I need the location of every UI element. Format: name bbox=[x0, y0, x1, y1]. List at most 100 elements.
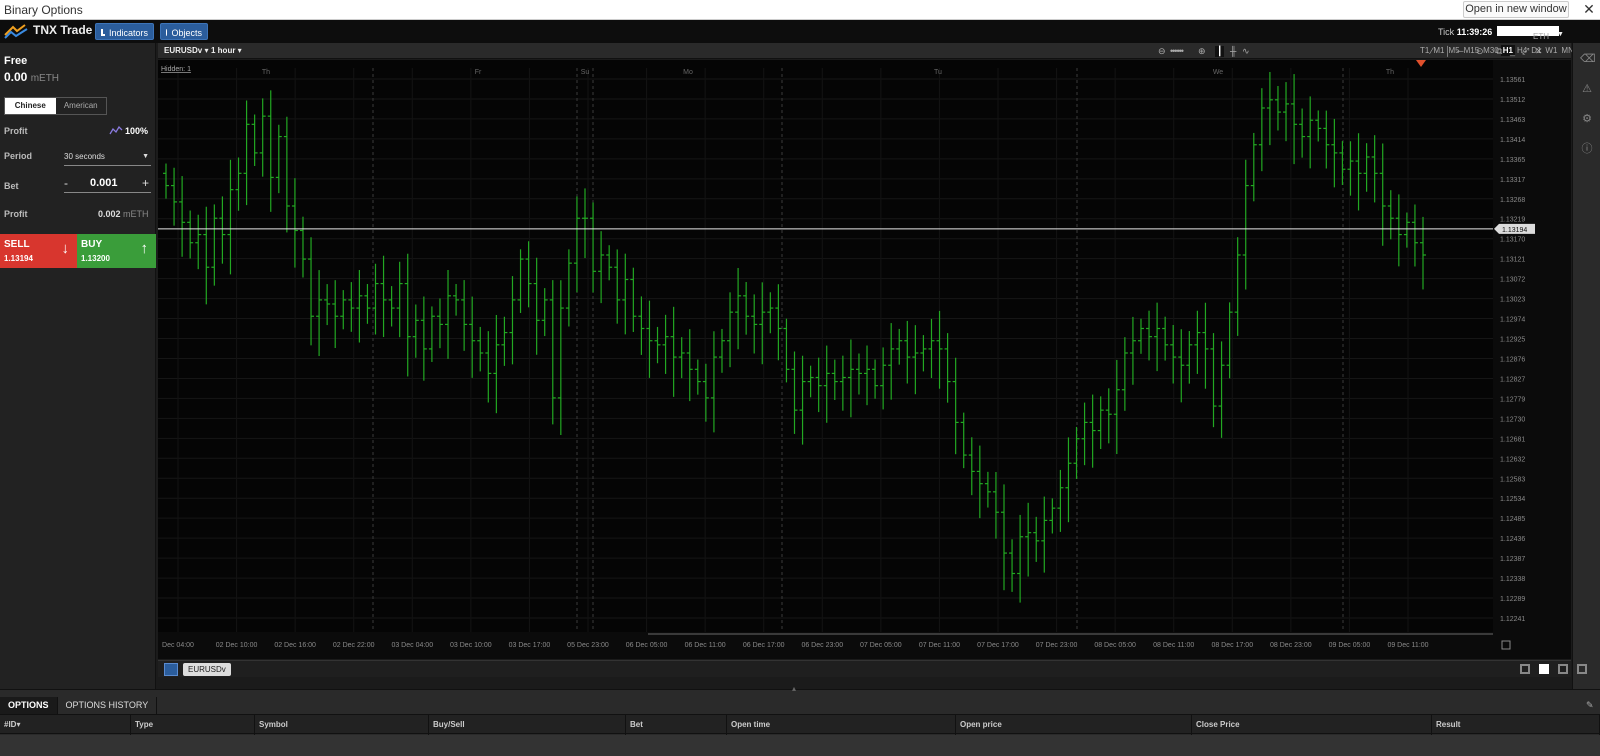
symbol-selector[interactable]: EURUSDv ▾ bbox=[164, 46, 208, 55]
ohlc-bar bbox=[839, 355, 846, 411]
chart-tabs-bar: EURUSDv bbox=[158, 660, 1587, 677]
ohlc-bar bbox=[759, 282, 766, 365]
col-type[interactable]: Type bbox=[131, 715, 255, 735]
chart-window-icon[interactable] bbox=[164, 663, 178, 676]
x-tick-label: 06 Dec 05:00 bbox=[626, 642, 668, 649]
free-balance: 0.00 mETH bbox=[4, 70, 59, 84]
bet-decrement-button[interactable]: - bbox=[64, 176, 68, 190]
candle-type-icon[interactable]: ╫ bbox=[1230, 46, 1236, 56]
layout-rows-icon[interactable] bbox=[1577, 664, 1587, 674]
zoom-out-icon[interactable]: ⊖ bbox=[1158, 46, 1166, 57]
col-symbol[interactable]: Symbol bbox=[255, 715, 429, 735]
ohlc-bar bbox=[1395, 194, 1402, 267]
chevron-down-icon: ▼ bbox=[1557, 31, 1564, 38]
mode-american-tab[interactable]: American bbox=[56, 98, 107, 114]
close-chart-icon[interactable]: ✕ bbox=[1535, 46, 1543, 57]
options-table-header: #ID▾ Type Symbol Buy/Sell Bet Open time … bbox=[0, 714, 1600, 735]
profit-label: Profit bbox=[4, 126, 28, 136]
warning-icon[interactable]: ⚠ bbox=[1580, 82, 1594, 96]
minimize-icon[interactable]: _ bbox=[1510, 46, 1515, 56]
tab-options-history[interactable]: OPTIONS HISTORY bbox=[58, 697, 158, 714]
ohlc-bar bbox=[1105, 388, 1112, 444]
ohlc-bar bbox=[1009, 539, 1016, 592]
objects-button[interactable]: Objects bbox=[160, 23, 208, 40]
ohlc-bar bbox=[1089, 394, 1096, 468]
ohlc-bar bbox=[1274, 86, 1281, 131]
maximize-icon[interactable]: ⤢ bbox=[1522, 46, 1529, 57]
col-buy-sell[interactable]: Buy/Sell bbox=[429, 715, 626, 735]
bet-input[interactable]: 0.001 bbox=[90, 177, 118, 189]
ohlc-bar bbox=[864, 345, 871, 406]
ohlc-bar bbox=[791, 351, 798, 434]
price-chart[interactable]: 1.13561 1.13512 1.13463 1.13414 1.13365 1.133… bbox=[158, 60, 1571, 659]
period-select[interactable]: 30 seconds ▼ bbox=[64, 152, 151, 166]
tf-w1[interactable]: W1 bbox=[1543, 45, 1559, 56]
close-icon[interactable]: ✕ bbox=[1580, 0, 1598, 19]
x-tick-label: 09 Dec 05:00 bbox=[1329, 642, 1371, 649]
col-open-time[interactable]: Open time bbox=[727, 715, 956, 735]
ohlc-bar bbox=[509, 276, 516, 365]
arrow-up-icon: ↑ bbox=[140, 240, 149, 257]
ohlc-bar bbox=[1049, 498, 1056, 534]
col-bet[interactable]: Bet bbox=[626, 715, 727, 735]
ohlc-bar bbox=[1387, 190, 1394, 240]
info-icon[interactable]: ⓘ bbox=[1580, 142, 1594, 156]
layout-grid-icon[interactable] bbox=[1539, 664, 1549, 674]
ohlc-bar bbox=[267, 90, 274, 212]
y-tick-label: 1.13365 bbox=[1500, 157, 1525, 164]
ohlc-bar bbox=[678, 337, 685, 379]
account-selector[interactable]: ETH ▼ bbox=[1497, 24, 1567, 41]
layout-single-icon[interactable] bbox=[1520, 664, 1530, 674]
col-open-price[interactable]: Open price bbox=[956, 715, 1192, 735]
bet-stepper: - 0.001 + bbox=[64, 176, 151, 193]
ohlc-bar bbox=[541, 288, 548, 337]
ohlc-bar bbox=[316, 270, 323, 357]
tf-t1[interactable]: T1 bbox=[1418, 45, 1431, 56]
bet-increment-button[interactable]: + bbox=[142, 176, 149, 190]
ohlc-bar bbox=[888, 323, 895, 400]
mode-chinese-tab[interactable]: Chinese bbox=[5, 98, 56, 114]
target-icon[interactable]: ⊙ bbox=[1476, 46, 1484, 57]
open-new-window-button[interactable]: Open in new window bbox=[1463, 1, 1569, 18]
profit-amount-unit: mETH bbox=[123, 209, 149, 219]
ohlc-bar bbox=[710, 331, 717, 433]
vertical-line-icon[interactable]: │ bbox=[1445, 46, 1451, 56]
free-value: 0.00 bbox=[4, 70, 28, 84]
x-tick-label: 07 Dec 23:00 bbox=[1036, 642, 1078, 649]
chart-tab-eurusdv[interactable]: EURUSDv bbox=[183, 663, 231, 676]
period-selector[interactable]: 1 hour ▾ bbox=[211, 46, 242, 55]
logo-icon bbox=[4, 24, 28, 39]
resize-handle[interactable]: ▴ bbox=[792, 684, 796, 693]
x-tick-label: 03 Dec 17:00 bbox=[509, 642, 551, 649]
eraser-icon[interactable]: ⌫ bbox=[1580, 52, 1596, 66]
chart-toolbar: EURUSDv ▾ 1 hour ▾ ⊖ •••••• ⊕ ┃ ╫ ∿ T1 M… bbox=[158, 43, 1578, 59]
indicators-button[interactable]: Indicators bbox=[95, 23, 154, 40]
buy-button[interactable]: BUY 1.13200 ↑ bbox=[77, 234, 156, 268]
x-tick-label: 08 Dec 05:00 bbox=[1094, 642, 1136, 649]
horizontal-line-icon[interactable]: ─ bbox=[1457, 46, 1463, 56]
tab-options[interactable]: OPTIONS bbox=[0, 697, 58, 714]
y-tick-label: 1.13268 bbox=[1500, 197, 1525, 204]
zoom-in-icon[interactable]: ⊕ bbox=[1198, 46, 1206, 57]
edit-icon[interactable]: ✎ bbox=[1586, 700, 1594, 711]
col-close-price[interactable]: Close Price bbox=[1192, 715, 1432, 735]
trendline-icon[interactable]: ⁄ bbox=[1431, 46, 1433, 56]
col-id[interactable]: #ID▾ bbox=[0, 715, 131, 735]
col-result[interactable]: Result bbox=[1432, 715, 1600, 735]
ohlc-bar bbox=[1266, 71, 1273, 146]
sell-button[interactable]: SELL 1.13194 ↓ bbox=[0, 234, 77, 268]
x-tick-label: 09 Dec 11:00 bbox=[1387, 642, 1428, 649]
gear-icon[interactable]: ⚙ bbox=[1580, 112, 1594, 126]
ohlc-bar bbox=[388, 286, 395, 327]
layout-columns-icon[interactable] bbox=[1558, 664, 1568, 674]
ohlc-bar bbox=[855, 353, 862, 395]
line-type-icon[interactable]: ∿ bbox=[1242, 46, 1250, 57]
ohlc-bar bbox=[920, 335, 927, 372]
ohlc-bar bbox=[187, 210, 194, 259]
ohlc-bar bbox=[1057, 469, 1064, 532]
ohlc-bar bbox=[646, 300, 653, 378]
zoom-slider[interactable]: •••••• bbox=[1170, 46, 1184, 56]
ohlc-bar bbox=[831, 359, 838, 400]
bar-type-icon[interactable]: ┃ bbox=[1215, 46, 1225, 57]
popout-icon[interactable]: ⧉ bbox=[1496, 46, 1502, 57]
